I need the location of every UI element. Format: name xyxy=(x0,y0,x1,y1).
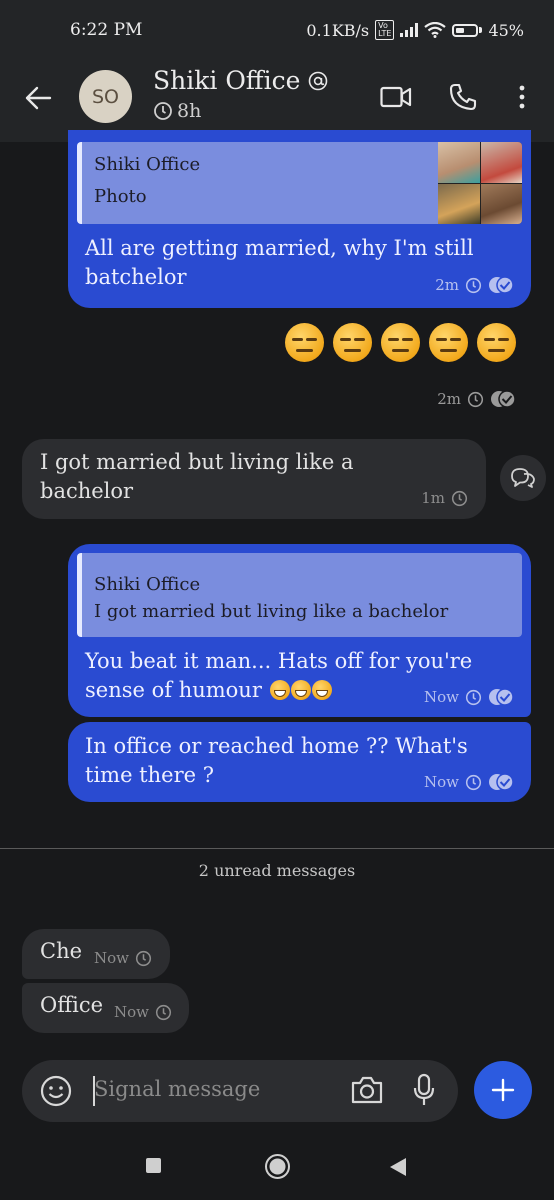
message-text: Che xyxy=(40,939,83,963)
grinning-emoji xyxy=(269,680,290,700)
unread-divider-line xyxy=(0,848,554,849)
expressionless-emoji xyxy=(477,323,516,362)
signal-icon xyxy=(400,23,419,37)
quoted-message[interactable]: Shiki Office I got married but living li… xyxy=(77,553,522,637)
message-meta: Now xyxy=(114,1003,172,1021)
disappearing-timer[interactable]: 8h xyxy=(153,100,201,122)
quote-thumbnail xyxy=(438,142,522,224)
timer-icon xyxy=(465,277,482,293)
wifi-icon xyxy=(424,22,447,38)
expressionless-emoji xyxy=(285,323,324,362)
camera-icon[interactable] xyxy=(350,1075,384,1105)
timer-icon xyxy=(135,950,152,966)
timer-icon xyxy=(154,102,172,120)
message-bubble-outgoing[interactable]: Shiki Office Photo All are getting marri… xyxy=(68,130,531,308)
message-meta: 2m xyxy=(435,276,514,294)
phone-icon[interactable] xyxy=(448,82,478,112)
unread-divider: 2 unread messages xyxy=(198,861,356,880)
volte-icon: Vo LTE xyxy=(375,20,395,40)
sent-check-icon xyxy=(489,276,514,294)
reply-button[interactable] xyxy=(500,455,546,501)
nav-home-icon[interactable] xyxy=(264,1153,291,1180)
message-bubble-incoming[interactable]: Che Now xyxy=(22,929,170,979)
video-call-icon[interactable] xyxy=(380,84,412,110)
timer-icon xyxy=(465,774,482,790)
sent-check-icon xyxy=(491,390,516,408)
network-speed: 0.1KB/s xyxy=(306,20,370,40)
avatar[interactable]: SO xyxy=(79,70,132,123)
message-time: Now xyxy=(424,688,459,706)
emoji-icon[interactable] xyxy=(40,1075,72,1107)
mic-icon[interactable] xyxy=(412,1073,436,1107)
quote-text: Photo xyxy=(94,186,147,207)
back-arrow-icon[interactable] xyxy=(24,84,52,112)
quote-author: Shiki Office xyxy=(94,154,201,175)
attach-button[interactable] xyxy=(474,1061,532,1119)
expressionless-emoji xyxy=(429,323,468,362)
sent-check-icon xyxy=(489,773,514,791)
message-bubble-outgoing[interactable]: Shiki Office I got married but living li… xyxy=(68,544,531,717)
grinning-emoji xyxy=(311,680,332,700)
quote-text: I got married but living like a bachelor xyxy=(94,601,449,622)
system-nav-bar xyxy=(0,1130,554,1200)
message-bubble-incoming[interactable]: I got married but living like a bachelor… xyxy=(22,439,486,519)
at-icon xyxy=(309,71,328,90)
timer-icon xyxy=(467,391,484,407)
quoted-message[interactable]: Shiki Office Photo xyxy=(77,142,522,224)
message-bubble-incoming[interactable]: Office Now xyxy=(22,983,189,1033)
nav-back-icon[interactable] xyxy=(389,1157,407,1177)
contact-name[interactable]: Shiki Office xyxy=(153,66,300,95)
battery-percent: 45% xyxy=(488,20,524,40)
status-bar: 6:22 PM 0.1KB/s Vo LTE 45% xyxy=(0,0,554,60)
message-meta: Now xyxy=(424,773,514,791)
emoji-message[interactable] xyxy=(285,323,516,362)
status-time: 6:22 PM xyxy=(70,20,143,40)
reply-icon xyxy=(511,468,535,488)
grinning-emoji xyxy=(290,680,311,700)
status-icons: 0.1KB/s Vo LTE 45% xyxy=(306,20,524,40)
message-time: Now xyxy=(114,1003,149,1021)
message-time: Now xyxy=(424,773,459,791)
message-time: 2m xyxy=(437,390,461,408)
message-time: 2m xyxy=(435,276,459,294)
plus-icon xyxy=(491,1078,515,1102)
message-meta: Now xyxy=(424,688,514,706)
timer-icon xyxy=(451,490,468,506)
message-time: 1m xyxy=(421,489,445,507)
expressionless-emoji xyxy=(381,323,420,362)
message-meta: 1m xyxy=(421,489,468,507)
message-text: I got married but living like a bachelor xyxy=(40,450,354,503)
message-meta: Now xyxy=(94,949,152,967)
sent-check-icon xyxy=(489,688,514,706)
message-meta: 2m xyxy=(437,390,516,408)
message-time: Now xyxy=(94,949,129,967)
message-bubble-outgoing[interactable]: In office or reached home ?? What's time… xyxy=(68,722,531,802)
quote-author: Shiki Office xyxy=(94,574,201,595)
timer-icon xyxy=(465,689,482,705)
message-text: Office xyxy=(40,993,104,1017)
message-composer: Signal message xyxy=(22,1060,458,1122)
timer-label: 8h xyxy=(177,100,202,122)
contact-name-row[interactable]: Shiki Office xyxy=(153,66,328,95)
battery-icon xyxy=(452,23,483,37)
expressionless-emoji xyxy=(333,323,372,362)
more-icon[interactable] xyxy=(516,84,528,112)
nav-recents-icon[interactable] xyxy=(146,1158,161,1173)
timer-icon xyxy=(155,1004,172,1020)
message-input[interactable]: Signal message xyxy=(94,1077,260,1101)
